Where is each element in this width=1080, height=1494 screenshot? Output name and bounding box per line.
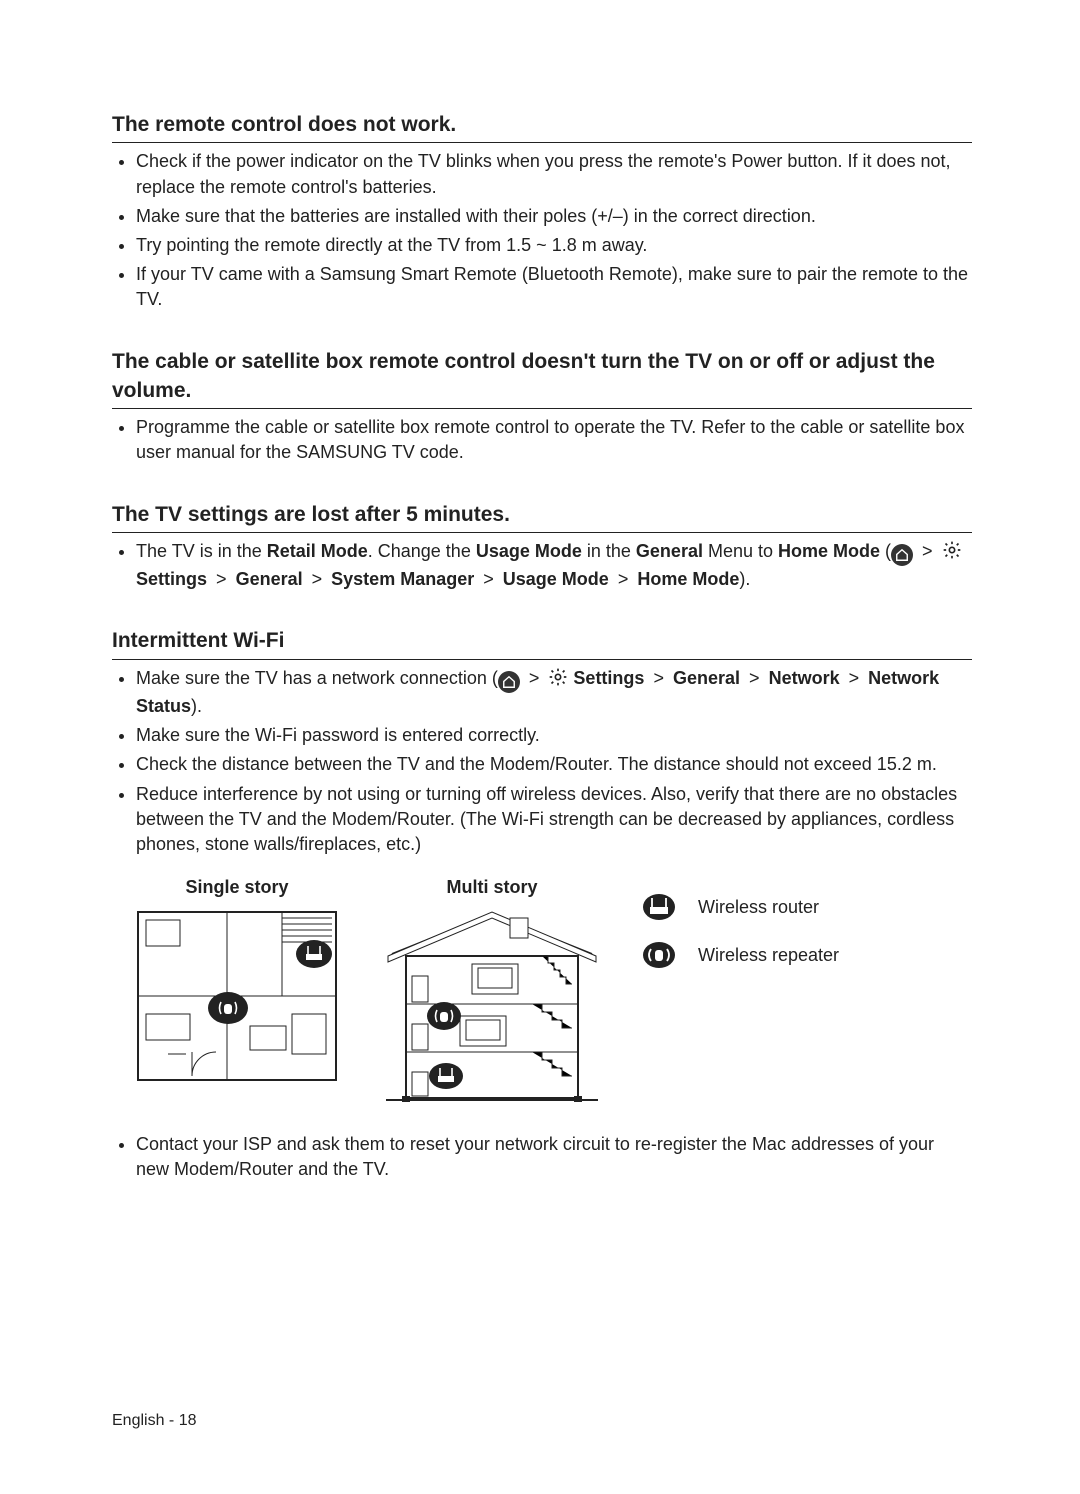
text: ).: [191, 696, 202, 716]
chevron-icon: >: [216, 569, 227, 589]
floorplan-icon: [132, 906, 342, 1086]
chevron-icon: >: [312, 569, 323, 589]
text: (: [880, 541, 891, 561]
retail-mode-label: Retail Mode: [267, 541, 368, 561]
repeater-icon: [642, 941, 676, 969]
usage-mode-label: Usage Mode: [503, 569, 609, 589]
list-item: Check the distance between the TV and th…: [136, 752, 972, 777]
text: Menu to: [703, 541, 778, 561]
house-cutaway-icon: [382, 906, 602, 1106]
general-label: General: [673, 668, 740, 688]
text: ).: [739, 569, 750, 589]
diagram-legend: Wireless router Wireless repeater: [642, 875, 839, 989]
home-mode-label: Home Mode: [637, 569, 739, 589]
home-icon: [891, 544, 913, 566]
list-item: Try pointing the remote directly at the …: [136, 233, 972, 258]
legend-repeater-label: Wireless repeater: [698, 943, 839, 968]
list-item: Make sure the TV has a network connectio…: [136, 666, 972, 719]
gear-icon: [548, 667, 568, 694]
section-wifi: Intermittent Wi-Fi Make sure the TV has …: [112, 626, 972, 1181]
list-wifi: Make sure the TV has a network connectio…: [112, 666, 972, 857]
chevron-icon: >: [483, 569, 494, 589]
list-item: Contact your ISP and ask them to reset y…: [136, 1132, 972, 1182]
chevron-icon: >: [529, 668, 540, 688]
multi-story-caption: Multi story: [382, 875, 602, 900]
single-story-caption: Single story: [132, 875, 342, 900]
general-label: General: [636, 541, 703, 561]
list-item: Programme the cable or satellite box rem…: [136, 415, 972, 465]
section-cablebox: The cable or satellite box remote contro…: [112, 347, 972, 466]
single-story-diagram: Single story: [132, 875, 342, 1093]
list-item: The TV is in the Retail Mode. Change the…: [136, 539, 972, 592]
chevron-icon: >: [922, 541, 933, 561]
chevron-icon: >: [749, 668, 760, 688]
list-remote: Check if the power indicator on the TV b…: [112, 149, 972, 312]
settings-label: Settings: [573, 668, 644, 688]
list-cablebox: Programme the cable or satellite box rem…: [112, 415, 972, 465]
legend-router: Wireless router: [642, 893, 839, 921]
text: in the: [582, 541, 636, 561]
home-icon: [498, 671, 520, 693]
heading-wifi: Intermittent Wi-Fi: [112, 626, 972, 659]
section-remote: The remote control does not work. Check …: [112, 110, 972, 313]
usage-mode-label: Usage Mode: [476, 541, 582, 561]
text: Make sure the TV has a network connectio…: [136, 668, 498, 688]
gear-icon: [942, 540, 962, 567]
home-mode-label: Home Mode: [778, 541, 880, 561]
page-footer: English - 18: [112, 1410, 197, 1432]
heading-remote: The remote control does not work.: [112, 110, 972, 143]
section-settings-lost: The TV settings are lost after 5 minutes…: [112, 500, 972, 593]
list-item: Reduce interference by not using or turn…: [136, 782, 972, 858]
legend-repeater: Wireless repeater: [642, 941, 839, 969]
general-label: General: [236, 569, 303, 589]
system-manager-label: System Manager: [331, 569, 474, 589]
heading-settings-lost: The TV settings are lost after 5 minutes…: [112, 500, 972, 533]
list-item: Make sure the Wi-Fi password is entered …: [136, 723, 972, 748]
chevron-icon: >: [653, 668, 664, 688]
list-wifi-final: Contact your ISP and ask them to reset y…: [112, 1132, 972, 1182]
multi-story-diagram: Multi story: [382, 875, 602, 1113]
settings-label: Settings: [136, 569, 207, 589]
diagram-row: Single story: [132, 875, 972, 1113]
list-settings-lost: The TV is in the Retail Mode. Change the…: [112, 539, 972, 592]
network-label: Network: [769, 668, 840, 688]
text: The TV is in the: [136, 541, 267, 561]
chevron-icon: >: [618, 569, 629, 589]
router-icon: [642, 893, 676, 921]
legend-router-label: Wireless router: [698, 895, 819, 920]
chevron-icon: >: [849, 668, 860, 688]
text: . Change the: [368, 541, 476, 561]
list-item: If your TV came with a Samsung Smart Rem…: [136, 262, 972, 312]
list-item: Make sure that the batteries are install…: [136, 204, 972, 229]
list-item: Check if the power indicator on the TV b…: [136, 149, 972, 199]
heading-cablebox: The cable or satellite box remote contro…: [112, 347, 972, 410]
